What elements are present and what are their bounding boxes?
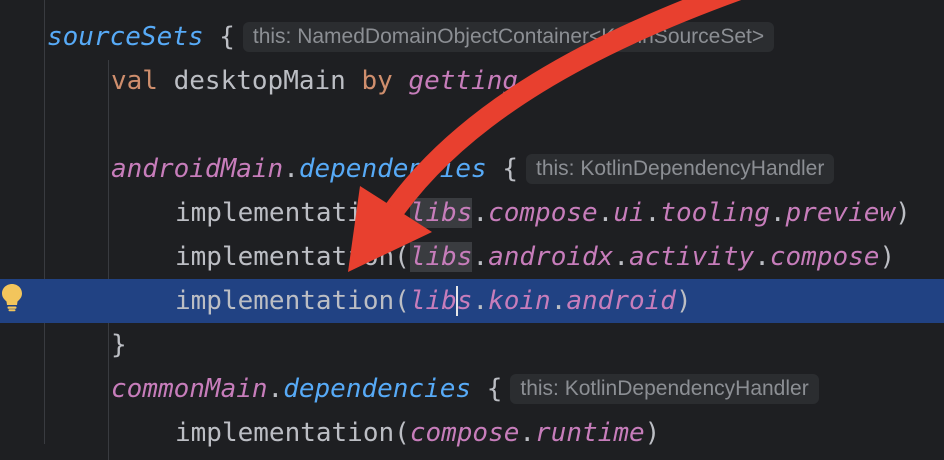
token-keyword-by: by <box>361 66 393 96</box>
token-function: implementation <box>175 198 395 228</box>
token-dot: . <box>644 198 661 228</box>
token-property: koin <box>488 286 551 316</box>
token-libs: libs <box>409 242 473 272</box>
token-keyword-val: val <box>111 66 158 96</box>
token-dot: . <box>267 374 284 404</box>
code-line[interactable]: implementation(compose. runtime) <box>0 411 944 455</box>
token-property: android <box>566 286 676 316</box>
token-dot: . <box>550 286 567 316</box>
token-brace: { <box>486 154 518 184</box>
token-brace: { <box>471 374 503 404</box>
token-receiver: sourceSets <box>47 22 204 52</box>
token-libs: lib <box>409 286 457 316</box>
token-brace: } <box>111 330 127 360</box>
token-paren: ) <box>879 242 896 272</box>
token-dot: . <box>283 154 299 184</box>
code-line[interactable]: androidMain. dependencies { this: KotlinDe… <box>0 147 944 191</box>
token-receiver: commonMain <box>111 374 268 404</box>
token-dot: . <box>472 286 489 316</box>
token-property: tooling <box>660 198 770 228</box>
token-receiver: androidMain <box>111 154 284 184</box>
token-property: dependencies <box>298 154 487 184</box>
token-dot: . <box>613 242 629 272</box>
code-line[interactable]: implementation(libs. compose. ui. tooling. p… <box>0 191 944 235</box>
token-libs: libs <box>409 198 473 228</box>
code-line[interactable]: } <box>0 323 944 367</box>
code-line[interactable]: val desktopMain by getting <box>0 59 944 103</box>
token-dot: . <box>597 198 614 228</box>
inlay-hint[interactable]: this: NamedDomainObjectContainer<KotlinS… <box>242 22 775 52</box>
code-editor[interactable]: sourceSets {this: NamedDomainObjectConta… <box>0 0 944 460</box>
token-brace: { <box>203 22 235 52</box>
token-property: preview <box>785 198 896 228</box>
token-dot: . <box>472 242 489 272</box>
token-property: compose <box>488 198 598 228</box>
token-dot: . <box>472 198 489 228</box>
token-dot: . <box>754 242 770 272</box>
inlay-hint[interactable]: this: KotlinDependencyHandler <box>526 154 835 184</box>
token-libs: s <box>456 286 473 316</box>
token-dot: . <box>769 198 786 228</box>
token-paren: ( <box>394 198 410 228</box>
inlay-hint[interactable]: this: KotlinDependencyHandler <box>510 374 819 404</box>
token-property: dependencies <box>283 374 472 404</box>
token-property: ui <box>613 198 645 228</box>
token-function: implementation <box>175 242 395 272</box>
token-function: implementation <box>175 286 395 316</box>
lightbulb-icon[interactable] <box>0 282 24 312</box>
token-property: compose <box>769 242 880 272</box>
token-paren: ) <box>675 286 692 316</box>
token-paren: ) <box>895 198 911 228</box>
code-line[interactable]: commonMain. dependencies {this: KotlinDep… <box>0 367 944 411</box>
token-paren: ( <box>394 286 410 316</box>
token-getter: getting <box>392 66 519 96</box>
token-property: androidx <box>488 242 614 272</box>
token-property: activity <box>628 242 755 272</box>
code-line[interactable]: sourceSets {this: NamedDomainObjectConta… <box>0 15 944 59</box>
current-code-line[interactable]: implementation(lib s. koin. android) <box>0 279 944 323</box>
token-identifier: desktopMain <box>157 66 362 96</box>
code-line[interactable]: implementation(libs. androidx. activity. co… <box>0 235 944 279</box>
token-paren: ( <box>394 242 410 272</box>
